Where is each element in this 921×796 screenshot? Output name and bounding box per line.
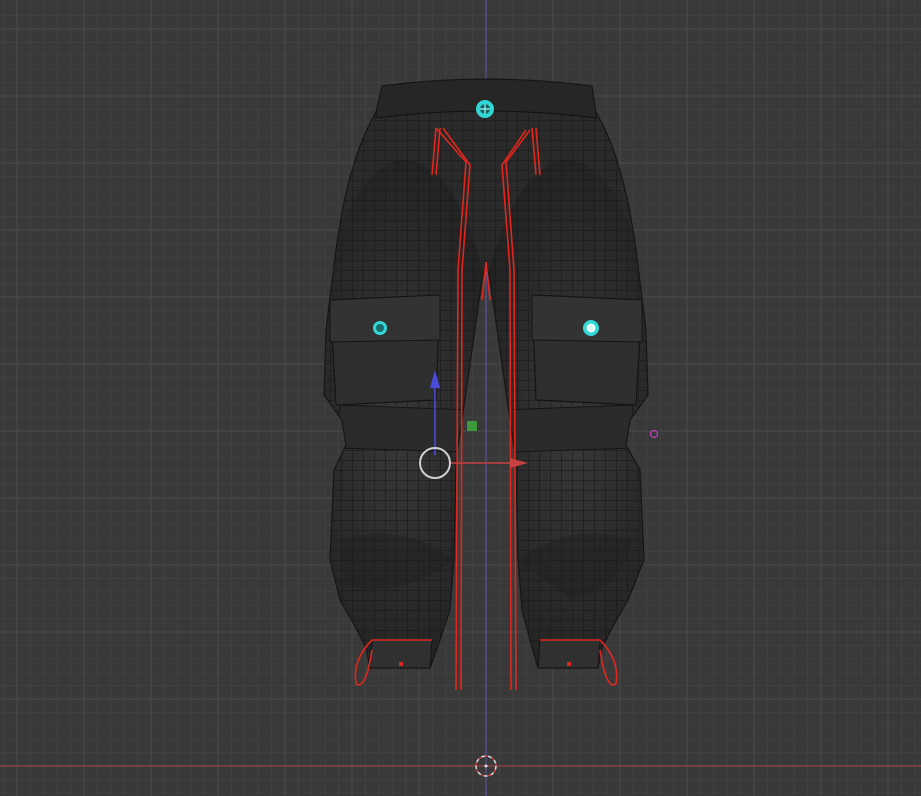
light-object-icon[interactable] xyxy=(649,429,659,439)
translate-gizmo[interactable] xyxy=(419,370,528,479)
empty-waist[interactable] xyxy=(476,100,494,118)
viewport-overlays xyxy=(373,100,659,777)
3d-cursor-icon[interactable] xyxy=(475,755,497,777)
gizmo-plane-handle[interactable] xyxy=(467,421,477,431)
gizmo-z-arrow-icon[interactable] xyxy=(430,370,440,388)
empty-right-pocket[interactable] xyxy=(583,320,599,336)
3d-viewport[interactable] xyxy=(0,0,921,796)
gizmo-x-arrow-icon[interactable] xyxy=(510,458,528,468)
empty-left-pocket[interactable] xyxy=(373,321,387,335)
